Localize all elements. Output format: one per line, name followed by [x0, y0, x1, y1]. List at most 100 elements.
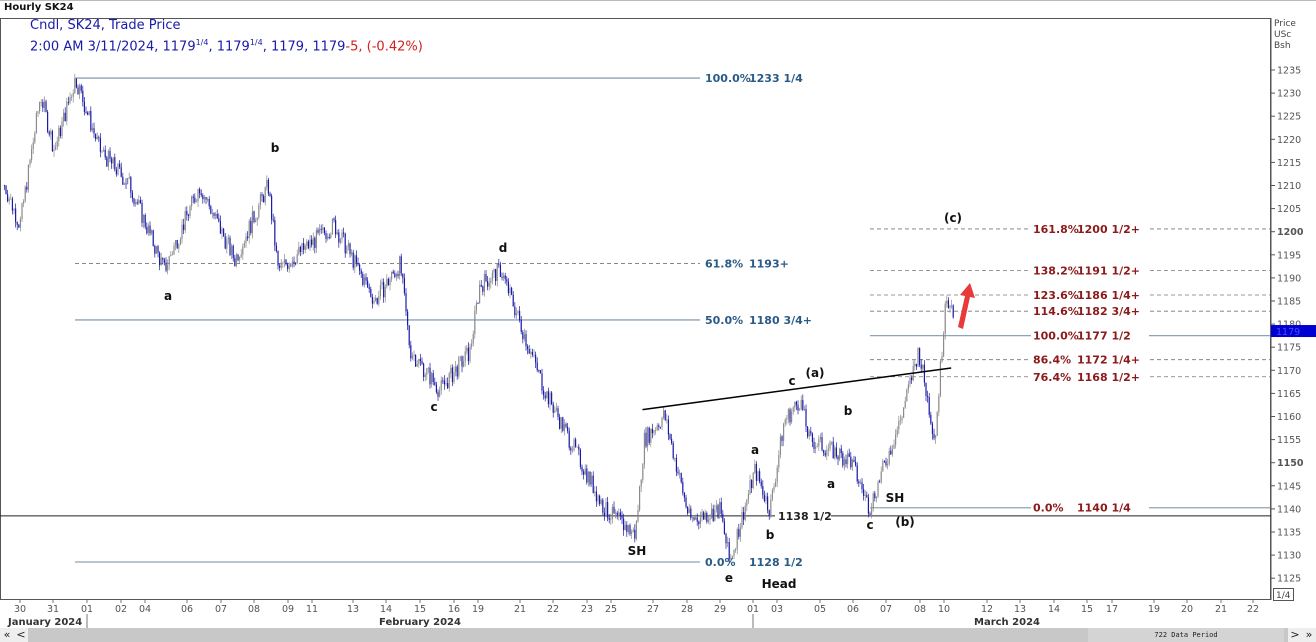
- candle-body: [34, 133, 36, 143]
- y-tick-label: 1205: [1277, 204, 1301, 215]
- candle-body: [909, 377, 911, 385]
- candle-body: [351, 252, 353, 255]
- x-tick-label: 19: [472, 604, 484, 615]
- scroll-next-button[interactable]: >: [1288, 628, 1302, 642]
- scroll-prev-button[interactable]: <: [14, 628, 28, 642]
- candle-body: [450, 367, 452, 374]
- scroll-first-button[interactable]: «: [0, 628, 14, 642]
- candle-body: [346, 246, 348, 254]
- candle-body: [471, 343, 473, 347]
- candle-body: [125, 183, 127, 185]
- candle-body: [173, 245, 175, 255]
- month-label: March 2024: [974, 617, 1040, 628]
- candle-body: [275, 245, 278, 252]
- candle-body: [151, 230, 153, 234]
- candle-body: [667, 419, 670, 435]
- candle-body: [370, 288, 372, 298]
- legend-close: 1179: [312, 39, 346, 55]
- candle-body: [568, 431, 570, 448]
- scroll-last-button[interactable]: »: [1302, 628, 1316, 642]
- candle-body: [8, 199, 10, 202]
- candle-body: [935, 435, 937, 439]
- candle-body: [675, 457, 678, 472]
- candle-body: [658, 425, 660, 427]
- legend-time: 2:00 AM 3/11/2024: [30, 39, 155, 55]
- candle-body: [311, 239, 313, 245]
- candle-body: [557, 408, 559, 417]
- candle-body: [376, 297, 378, 304]
- x-tick-label: 27: [647, 604, 659, 615]
- candle-body: [199, 189, 201, 194]
- candle-body: [243, 243, 246, 247]
- candle-body: [688, 508, 690, 514]
- candle-body: [467, 347, 470, 362]
- candle-body: [759, 471, 761, 482]
- y-tick-label: 1215: [1277, 158, 1301, 169]
- x-tick-label: 21: [1215, 604, 1227, 615]
- candle-body: [880, 471, 882, 482]
- candle-body: [671, 438, 673, 444]
- legend-change-pct: (-0.42%): [366, 39, 423, 55]
- x-tick-label: 14: [1048, 604, 1060, 615]
- candle-body: [127, 178, 129, 184]
- candle-body: [693, 517, 695, 520]
- candle-body: [576, 446, 578, 448]
- candle-body: [587, 471, 590, 483]
- candle-body: [837, 456, 839, 460]
- candle-body: [383, 281, 385, 298]
- price-axis-label-line: USc: [1274, 30, 1291, 40]
- candle-body: [531, 351, 534, 355]
- candle-body: [272, 219, 274, 221]
- support-label: 1138 1/2: [778, 510, 832, 523]
- fib-right-percent: 100.0%: [1033, 330, 1079, 343]
- x-tick-label: 15: [414, 604, 426, 615]
- candle-body: [656, 425, 658, 430]
- candle-body: [703, 512, 705, 520]
- candle-body: [103, 149, 105, 152]
- wave-label: SH: [628, 544, 647, 558]
- candle-body: [203, 197, 206, 200]
- x-tick-label: 29: [714, 604, 726, 615]
- wave-label: a: [164, 289, 172, 303]
- candle-body: [626, 524, 628, 532]
- candle-body: [842, 453, 844, 466]
- x-tick-label: 13: [347, 604, 359, 615]
- candle-body: [419, 358, 422, 362]
- candle-body: [861, 482, 863, 490]
- price-chart[interactable]: Price USc Bsh11251130113511401145115011551…: [0, 0, 1316, 628]
- candle-body: [695, 517, 697, 520]
- candle-body: [175, 240, 177, 246]
- wave-label: SH: [886, 491, 905, 505]
- x-tick-label: 25: [605, 604, 617, 615]
- candle-body: [690, 508, 692, 519]
- candle-body: [226, 239, 228, 249]
- candle-body: [48, 131, 50, 135]
- candle-body: [890, 450, 892, 455]
- candle-body: [403, 277, 406, 294]
- candle-body: [539, 370, 542, 374]
- candle-body: [952, 305, 954, 318]
- candle-body: [479, 284, 481, 304]
- candle-body: [37, 111, 39, 114]
- candle-body: [277, 251, 279, 266]
- y-tick-label: 1155: [1277, 435, 1301, 446]
- fib-right-value: 1191 1/2+: [1077, 265, 1140, 278]
- candle-body: [159, 252, 161, 266]
- wave-label: (b): [895, 515, 915, 529]
- candle-body: [522, 331, 524, 340]
- wave-label: Head: [762, 577, 797, 591]
- candle-body: [517, 311, 519, 314]
- candle-body: [749, 480, 751, 494]
- candle-body: [815, 446, 817, 449]
- fib-right-percent: 86.4%: [1033, 354, 1071, 367]
- candle-body: [938, 395, 940, 412]
- candle-body: [432, 373, 434, 382]
- candle-body: [853, 459, 855, 462]
- candle-body: [47, 111, 49, 132]
- candle-body: [563, 424, 566, 431]
- candle-body: [535, 354, 537, 363]
- candle-body: [87, 112, 89, 115]
- candle-body: [387, 278, 390, 286]
- candle-body: [147, 225, 150, 234]
- candle-body: [951, 305, 953, 307]
